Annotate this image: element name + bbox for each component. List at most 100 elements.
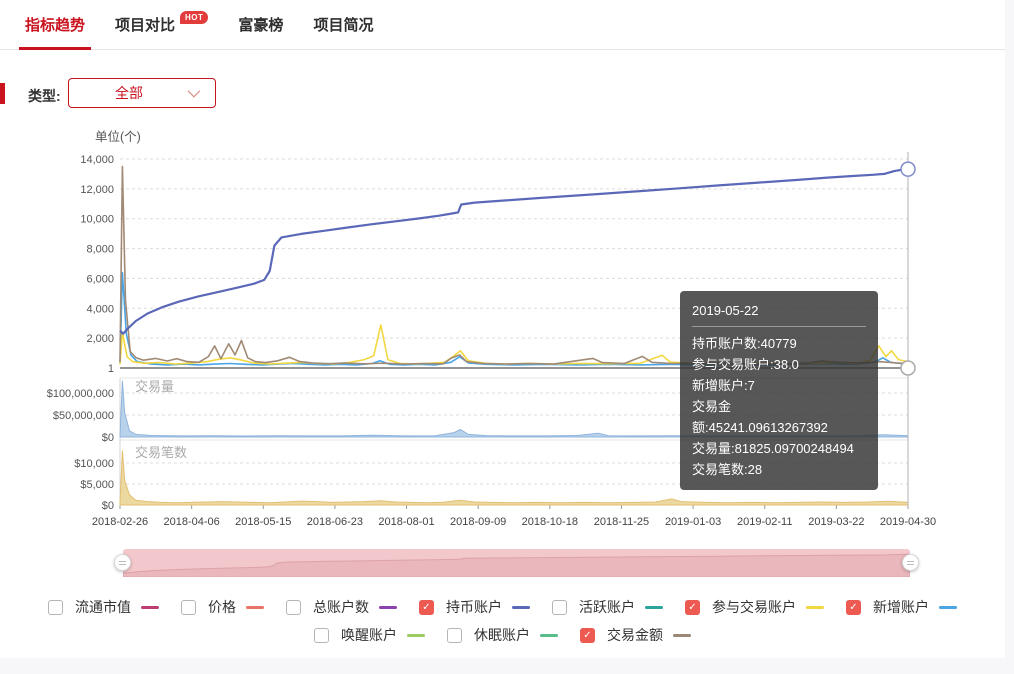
legend-item-新增账户[interactable]: ✓ 新增账户: [846, 597, 957, 617]
legend-label: 价格: [208, 597, 236, 617]
legend-row-1: 流通市值 价格 总账户数 ✓ 持币账户 活跃账户 ✓ 参与交易账户 ✓ 新增账户: [0, 596, 1005, 618]
legend-color-line: [806, 606, 824, 609]
legend-label: 总账户数: [313, 597, 369, 617]
legend-item-活跃账户[interactable]: 活跃账户: [552, 597, 663, 617]
volume-pane-label: 交易量: [135, 379, 174, 394]
type-filter-dropdown[interactable]: 全部: [68, 78, 216, 108]
txcount-pane-label: 交易笔数: [135, 445, 187, 460]
checkbox-unchecked-icon[interactable]: [447, 628, 462, 643]
tooltip-line: 新增账户:7: [692, 375, 866, 396]
legend-label: 持币账户: [446, 597, 502, 617]
y-axis-tick-label: $10,000: [74, 458, 114, 470]
tooltip-line: 交易量:81825.09700248494: [692, 438, 866, 459]
legend-color-line: [673, 634, 691, 637]
legend-label: 新增账户: [873, 597, 929, 617]
x-axis-tick-label: 2018-04-06: [163, 516, 219, 528]
x-axis-tick-label: 2018-06-23: [307, 516, 363, 528]
x-axis-tick-label: 2018-11-25: [594, 516, 649, 528]
legend-label: 参与交易账户: [712, 597, 796, 617]
hot-badge: HOT: [180, 11, 208, 24]
legend-label: 休眠账户: [474, 625, 530, 645]
chart-tooltip: 2019-05-22 持币账户数:40779 参与交易账户:38.0 新增账户:…: [680, 291, 878, 490]
legend-item-休眠账户[interactable]: 休眠账户: [447, 625, 558, 645]
checkbox-unchecked-icon[interactable]: [314, 628, 329, 643]
legend-color-line: [141, 606, 159, 609]
y-axis-tick-label: $0: [102, 500, 114, 512]
legend-label: 活跃账户: [579, 597, 635, 617]
x-axis-tick-label: 2019-03-22: [808, 516, 864, 528]
checkbox-unchecked-icon[interactable]: [552, 600, 567, 615]
x-axis-tick-label: 2018-09-09: [450, 516, 506, 528]
y-axis-tick-label: 12,000: [80, 184, 114, 196]
checkbox-unchecked-icon[interactable]: [48, 600, 63, 615]
checkbox-checked-icon[interactable]: ✓: [580, 628, 595, 643]
tooltip-line: 交易金额:45241.09613267392: [692, 396, 866, 438]
legend-color-line: [407, 634, 425, 637]
hover-marker: [901, 162, 915, 176]
brush-preview: [123, 549, 910, 577]
tooltip-line: 参与交易账户:38.0: [692, 354, 866, 375]
legend-color-line: [379, 606, 397, 609]
page-background-strip: [0, 658, 1014, 674]
x-axis-tick-label: 2019-02-11: [737, 516, 792, 528]
tab-project-compare[interactable]: 项目对比 HOT: [115, 0, 208, 50]
tab-indicator-trend[interactable]: 指标趋势: [25, 0, 85, 50]
tab-project-profile[interactable]: 项目简况: [313, 0, 373, 50]
y-axis-tick-label: $5,000: [80, 479, 114, 491]
tooltip-date: 2019-05-22: [692, 300, 866, 321]
brush-handle-left[interactable]: [114, 554, 131, 571]
legend-color-line: [246, 606, 264, 609]
chevron-down-icon: [188, 85, 201, 98]
tooltip-line: 交易笔数:28: [692, 459, 866, 480]
checkbox-checked-icon[interactable]: ✓: [846, 600, 861, 615]
y-axis-tick-label: $0: [102, 432, 114, 444]
legend-color-line: [512, 606, 530, 609]
y-axis-tick-label: $100,000,000: [47, 388, 114, 400]
y-axis-tick-label: 4,000: [86, 303, 114, 315]
dropdown-value: 全部: [115, 83, 143, 103]
x-axis-tick-label: 2018-02-26: [92, 516, 148, 528]
legend-item-持币账户[interactable]: ✓ 持币账户: [419, 597, 530, 617]
type-filter-label: 类型:: [28, 86, 61, 106]
checkbox-checked-icon[interactable]: ✓: [419, 600, 434, 615]
legend-row-2: 唤醒账户 休眠账户 ✓ 交易金额: [0, 624, 1005, 646]
checkbox-unchecked-icon[interactable]: [286, 600, 301, 615]
brush-handle-right[interactable]: [902, 554, 919, 571]
legend-color-line: [939, 606, 957, 609]
y-axis-tick-label: 8,000: [86, 244, 114, 256]
legend-item-总账户数[interactable]: 总账户数: [286, 597, 397, 617]
x-axis-tick-label: 2018-10-18: [522, 516, 578, 528]
page-background-strip: [1005, 0, 1014, 674]
checkbox-unchecked-icon[interactable]: [181, 600, 196, 615]
tab-rich-list[interactable]: 富豪榜: [238, 0, 283, 50]
tab-label: 指标趋势: [25, 14, 85, 35]
legend-color-line: [540, 634, 558, 637]
brush-area: [123, 554, 910, 577]
y-axis-tick-label: 1: [108, 363, 114, 375]
hover-marker: [901, 361, 915, 375]
top-nav: 指标趋势 项目对比 HOT 富豪榜 项目简况: [0, 0, 1005, 50]
tab-label: 富豪榜: [238, 14, 283, 35]
x-axis-tick-label: 2018-05-15: [235, 516, 291, 528]
legend-label: 交易金额: [607, 625, 663, 645]
legend-item-流通市值[interactable]: 流通市值: [48, 597, 159, 617]
range-brush[interactable]: [123, 549, 910, 577]
tab-label: 项目简况: [313, 14, 373, 35]
y-axis-tick-label: 14,000: [80, 154, 114, 166]
y-axis-tick-label: 2,000: [86, 333, 114, 345]
legend-item-价格[interactable]: 价格: [181, 597, 264, 617]
legend-item-交易金额[interactable]: ✓ 交易金额: [580, 625, 691, 645]
section-accent-bar: [0, 83, 5, 104]
legend-item-参与交易账户[interactable]: ✓ 参与交易账户: [685, 597, 824, 617]
legend-label: 流通市值: [75, 597, 131, 617]
checkbox-checked-icon[interactable]: ✓: [685, 600, 700, 615]
tab-label: 项目对比: [115, 14, 175, 35]
y-axis-tick-label: $50,000,000: [53, 410, 114, 422]
tooltip-line: 持币账户数:40779: [692, 333, 866, 354]
legend-label: 唤醒账户: [341, 625, 397, 645]
tooltip-divider: [692, 326, 866, 327]
legend-item-唤醒账户[interactable]: 唤醒账户: [314, 625, 425, 645]
legend-color-line: [645, 606, 663, 609]
y-axis-tick-label: 10,000: [80, 214, 114, 226]
x-axis-tick-label: 2019-04-30: [880, 516, 936, 528]
